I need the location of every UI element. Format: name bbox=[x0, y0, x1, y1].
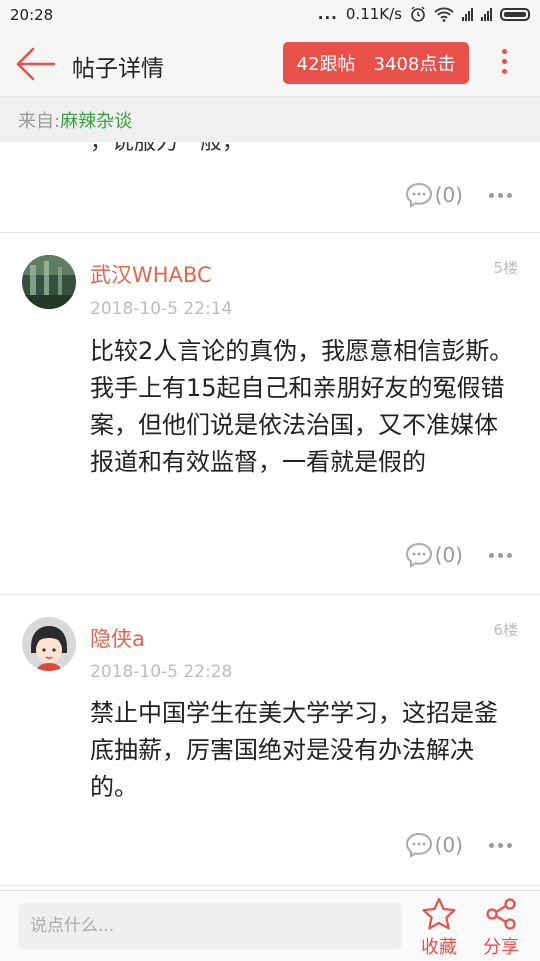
post-item: 武汉WHABC 5楼 2018-10-5 22:14 比较2人言论的真伪，我愿意… bbox=[0, 233, 540, 595]
floor-number: 6楼 bbox=[493, 621, 518, 639]
comment-input[interactable] bbox=[18, 903, 402, 949]
comment-bubble-icon bbox=[405, 542, 432, 568]
post-actions: (0) bbox=[405, 830, 512, 860]
comment-count: (0) bbox=[434, 543, 463, 567]
post-date: 2018-10-5 22:28 bbox=[90, 662, 233, 682]
favorite-label: 收藏 bbox=[421, 937, 457, 958]
signal-icon bbox=[462, 7, 473, 21]
previous-post: ，说服力一般， (0) bbox=[0, 142, 540, 233]
avatar[interactable] bbox=[22, 255, 76, 309]
alarm-icon bbox=[411, 6, 425, 22]
more-horizontal-icon[interactable] bbox=[489, 552, 512, 558]
avatar[interactable] bbox=[22, 617, 76, 671]
post-text: 禁止中国学生在美大学学习，这招是釜底抽薪，厉害国绝对是没有办法解决的。 bbox=[90, 699, 498, 801]
post-stats-button[interactable]: 42跟帖 3408点击 bbox=[283, 42, 469, 84]
source-prefix: 来自: bbox=[18, 110, 61, 132]
post-date: 2018-10-5 22:14 bbox=[90, 299, 233, 319]
share-icon bbox=[486, 898, 516, 930]
back-arrow-icon bbox=[16, 47, 56, 81]
post-list[interactable]: ，说服力一般， (0) 武汉WHABC 5楼 2018-10-5 22:14 比… bbox=[0, 142, 540, 890]
post-actions: (0) bbox=[405, 180, 512, 210]
bottom-bar: 收藏 分享 bbox=[0, 890, 540, 961]
signal-icon-2 bbox=[481, 7, 492, 21]
share-button[interactable]: 分享 bbox=[476, 897, 526, 959]
source-forum-link[interactable]: 麻辣杂谈 bbox=[60, 107, 132, 133]
author-name[interactable]: 隐侠a bbox=[90, 623, 145, 653]
comment-button[interactable]: (0) bbox=[405, 832, 463, 858]
share-label: 分享 bbox=[483, 937, 519, 958]
status-time: 20:28 bbox=[10, 6, 54, 24]
post-item: 隐侠a 6楼 2018-10-5 22:28 禁止中国学生在美大学学习，这招是釜… bbox=[0, 595, 540, 886]
author-name[interactable]: 武汉WHABC bbox=[90, 259, 212, 289]
more-horizontal-icon[interactable] bbox=[489, 842, 512, 848]
more-vertical-icon[interactable] bbox=[494, 44, 514, 84]
post-actions: (0) bbox=[405, 540, 512, 570]
favorite-button[interactable]: 收藏 bbox=[414, 897, 464, 959]
comment-bubble-icon bbox=[405, 182, 432, 208]
click-count: 3408点击 bbox=[373, 54, 456, 75]
status-dots: ... bbox=[317, 5, 338, 23]
previous-post-fragment: ，说服力一般， bbox=[90, 142, 245, 155]
comment-bubble-icon bbox=[405, 832, 432, 858]
battery-icon bbox=[500, 7, 530, 21]
status-bar: 20:28 ... 0.11K/s bbox=[0, 0, 540, 32]
more-horizontal-icon[interactable] bbox=[489, 192, 512, 198]
floor-number: 5楼 bbox=[493, 259, 518, 277]
app-header: 帖子详情 42跟帖 3408点击 bbox=[0, 32, 540, 97]
source-row: 来自: 麻辣杂谈 bbox=[0, 97, 540, 142]
star-icon bbox=[422, 897, 456, 930]
back-button[interactable] bbox=[14, 46, 56, 82]
status-indicators: ... 0.11K/s bbox=[318, 5, 530, 23]
network-speed: 0.11K/s bbox=[345, 5, 402, 23]
page-title: 帖子详情 bbox=[72, 56, 164, 82]
comment-count: (0) bbox=[434, 183, 463, 207]
comment-button[interactable]: (0) bbox=[405, 542, 463, 568]
comment-button[interactable]: (0) bbox=[405, 182, 463, 208]
wifi-icon bbox=[434, 7, 454, 22]
comment-count: (0) bbox=[434, 833, 463, 857]
post-text: 比较2人言论的真伪，我愿意相信彭斯。我手上有15起自己和亲朋好友的冤假错案，但他… bbox=[90, 337, 514, 476]
reply-count: 42跟帖 bbox=[296, 54, 356, 75]
